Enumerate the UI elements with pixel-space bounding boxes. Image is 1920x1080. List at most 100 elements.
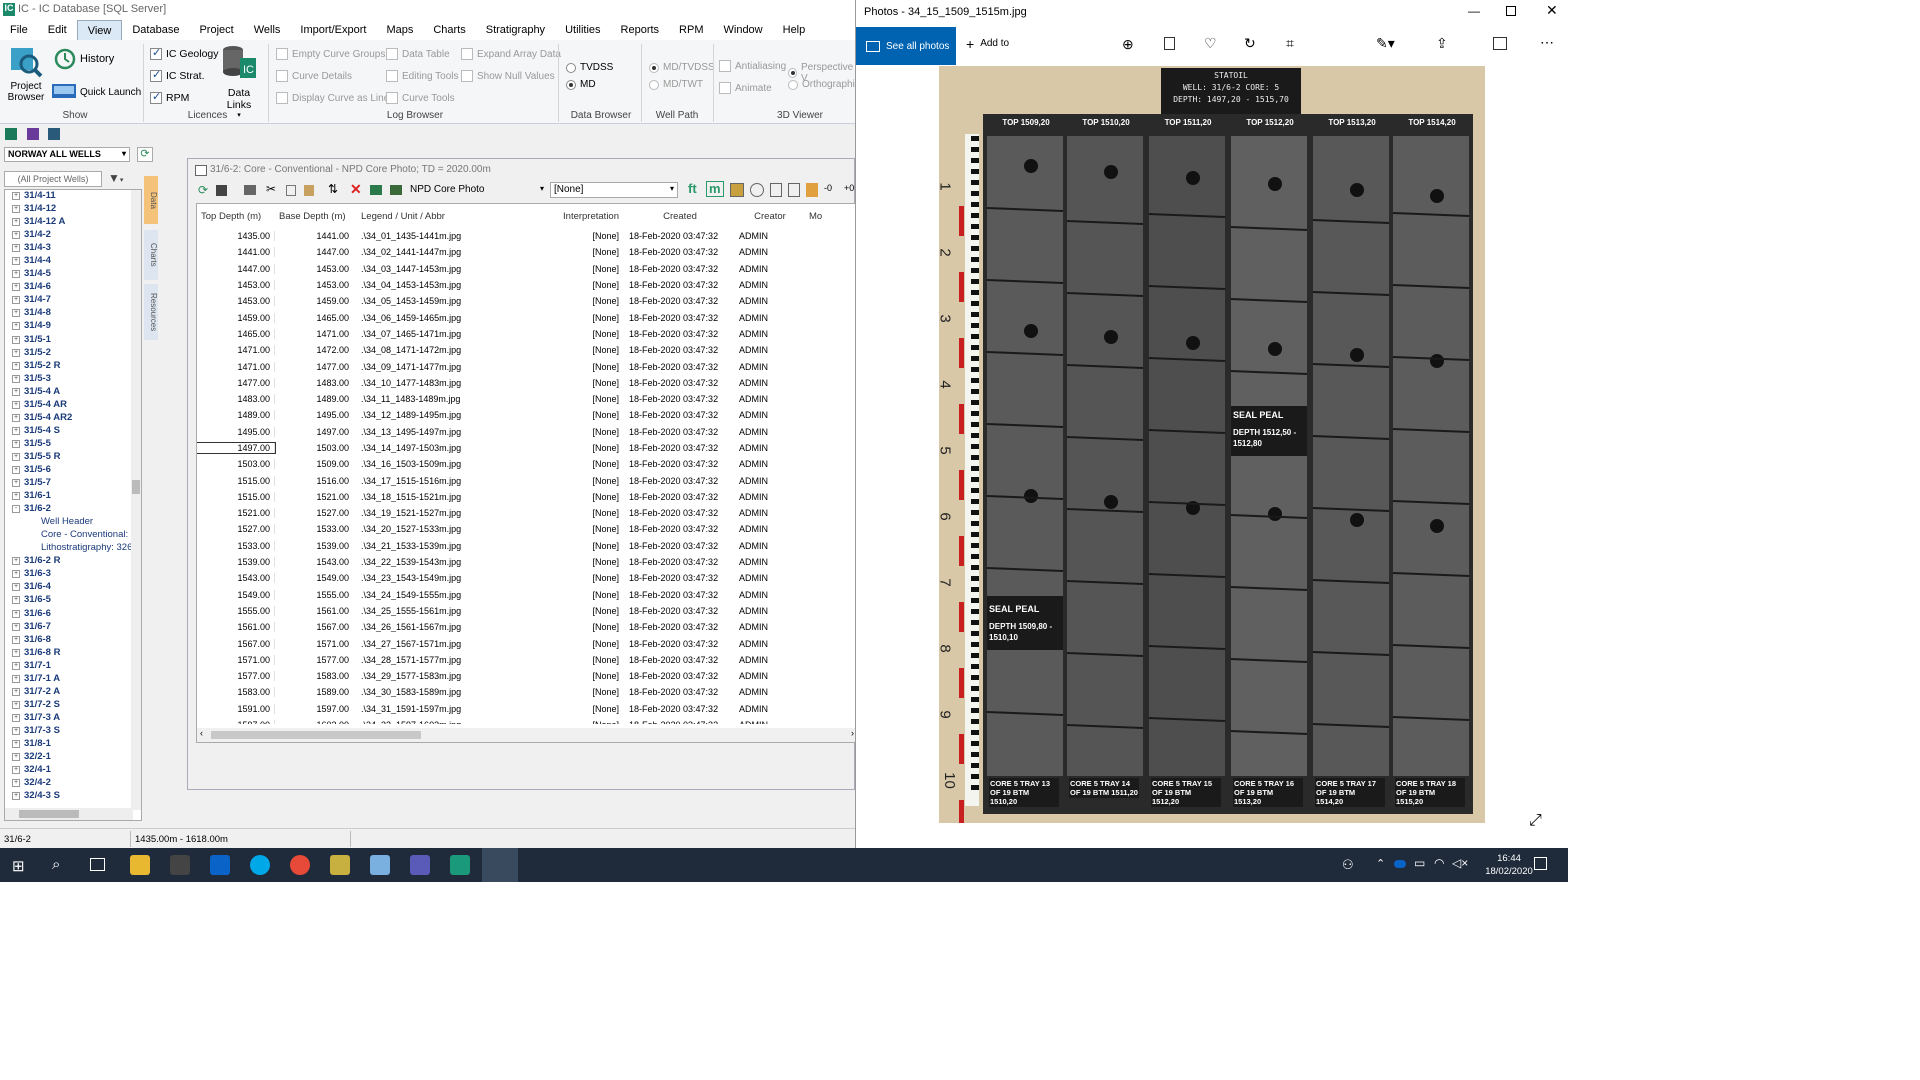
expand-icon[interactable]: + xyxy=(12,413,20,422)
table-cell[interactable]: [None] xyxy=(553,687,623,697)
table-cell[interactable]: ADMIN xyxy=(735,459,805,469)
grid-icon[interactable] xyxy=(370,185,382,195)
table-row[interactable]: 1503.00 1509.00 .\34_16_1503-1509m.jpg [Non… xyxy=(197,456,855,472)
table-cell[interactable]: .\34_01_1435-1441m.jpg xyxy=(353,231,553,241)
table-cell[interactable]: ADMIN xyxy=(735,378,805,388)
menu-view[interactable]: View xyxy=(76,20,123,40)
table-cell[interactable]: 1459.00 xyxy=(197,312,275,323)
chevron-up-icon[interactable]: ⌃ xyxy=(1376,857,1385,870)
table-cell[interactable]: 1555.00 xyxy=(197,605,275,616)
tree-item[interactable]: +31/5-4 A xyxy=(5,386,141,399)
tree-item[interactable]: +31/4-6 xyxy=(5,281,141,294)
correlation-icon[interactable] xyxy=(48,128,60,140)
table-row[interactable]: 1453.00 1459.00 .\34_05_1453-1459m.jpg [Non… xyxy=(197,293,855,309)
clock[interactable]: 16:44 18/02/2020 xyxy=(1484,852,1534,878)
table-cell[interactable]: 1509.00 xyxy=(275,459,353,469)
refresh-icon[interactable]: ⟳ xyxy=(137,147,153,162)
table-cell[interactable]: [None] xyxy=(553,622,623,632)
tree-item[interactable]: +31/6-5 xyxy=(5,594,141,607)
tree-item[interactable]: +31/5-7 xyxy=(5,477,141,490)
expand-icon[interactable]: + xyxy=(12,244,20,253)
table-cell[interactable]: .\34_05_1453-1459m.jpg xyxy=(353,296,553,306)
menu-charts[interactable]: Charts xyxy=(423,20,475,40)
minimize-button[interactable]: — xyxy=(1468,4,1480,18)
table-cell[interactable]: 1515.00 xyxy=(197,491,275,502)
table-cell[interactable]: .\34_13_1495-1497m.jpg xyxy=(353,427,553,437)
volume-icon[interactable]: ◁× xyxy=(1452,856,1468,870)
table-row[interactable]: 1577.00 1583.00 .\34_29_1577-1583m.jpg [Non… xyxy=(197,668,855,684)
table-cell[interactable]: 1577.00 xyxy=(275,655,353,665)
table-cell[interactable]: 18-Feb-2020 03:47:32 xyxy=(623,378,735,388)
table-cell[interactable]: [None] xyxy=(553,720,623,724)
table-cell[interactable]: 1503.00 xyxy=(197,459,275,470)
table-cell[interactable]: .\34_20_1527-1533m.jpg xyxy=(353,524,553,534)
table-cell[interactable]: .\34_24_1549-1555m.jpg xyxy=(353,590,553,600)
table-cell[interactable]: [None] xyxy=(553,264,623,274)
table-cell[interactable]: 18-Feb-2020 03:47:32 xyxy=(623,296,735,306)
table-cell[interactable]: [None] xyxy=(553,410,623,420)
quick-launch-button[interactable]: Quick Launch xyxy=(52,84,141,100)
table-row[interactable]: 1459.00 1465.00 .\34_06_1459-1465m.jpg [Non… xyxy=(197,309,855,325)
table-cell[interactable]: 1603.00 xyxy=(275,720,353,724)
table-cell[interactable]: 1521.00 xyxy=(197,508,275,519)
tree-item[interactable]: +31/7-3 A xyxy=(5,712,141,725)
table-cell[interactable]: 1453.00 xyxy=(197,280,275,291)
table-row[interactable]: 1447.00 1453.00 .\34_03_1447-1453m.jpg [Non… xyxy=(197,261,855,277)
table-cell[interactable]: .\34_10_1477-1483m.jpg xyxy=(353,378,553,388)
table-cell[interactable]: ADMIN xyxy=(735,622,805,632)
expand-icon[interactable]: + xyxy=(12,609,20,618)
table-cell[interactable]: 1495.00 xyxy=(275,410,353,420)
table-cell[interactable]: 1543.00 xyxy=(275,557,353,567)
table-cell[interactable]: [None] xyxy=(553,492,623,502)
table-cell[interactable]: [None] xyxy=(553,573,623,583)
antialiasing-checkbox[interactable]: Antialiasing xyxy=(719,60,786,72)
tree-item[interactable]: +31/5-4 AR xyxy=(5,399,141,412)
notification-icon[interactable] xyxy=(1534,857,1547,870)
table-cell[interactable]: .\34_19_1521-1527m.jpg xyxy=(353,508,553,518)
file-explorer-icon[interactable] xyxy=(130,855,150,875)
expand-icon[interactable]: + xyxy=(12,205,20,214)
table-row[interactable]: 1533.00 1539.00 .\34_21_1533-1539m.jpg [Non… xyxy=(197,538,855,554)
animate-checkbox[interactable]: Animate xyxy=(719,82,772,94)
tree-item[interactable]: +31/5-5 xyxy=(5,438,141,451)
well-set-dropdown[interactable]: NORWAY ALL WELLS ▾ xyxy=(4,147,130,162)
curve-tools-checkbox[interactable]: Curve Tools xyxy=(386,92,455,104)
cut-icon[interactable]: ✂ xyxy=(266,182,276,196)
expand-icon[interactable]: + xyxy=(12,400,20,409)
table-cell[interactable]: ADMIN xyxy=(735,410,805,420)
expand-icon[interactable]: + xyxy=(12,687,20,696)
table-cell[interactable]: [None] xyxy=(553,329,623,339)
expand-icon[interactable]: + xyxy=(12,753,20,762)
table-cell[interactable]: .\34_28_1571-1577m.jpg xyxy=(353,655,553,665)
table-cell[interactable]: 1555.00 xyxy=(275,590,353,600)
tree-item[interactable]: +31/6-7 xyxy=(5,621,141,634)
add-to-button[interactable]: + Add to xyxy=(966,37,1009,51)
table-cell[interactable]: [None] xyxy=(553,345,623,355)
interpretation-dropdown[interactable]: [None] ▾ xyxy=(550,182,678,198)
table-cell[interactable]: 1539.00 xyxy=(197,557,275,568)
menu-project[interactable]: Project xyxy=(189,20,243,40)
table-cell[interactable]: 1489.00 xyxy=(197,410,275,421)
maximize-button[interactable] xyxy=(1506,6,1516,16)
tree-item[interactable]: +31/8-1 xyxy=(5,738,141,751)
table-cell[interactable]: .\34_22_1539-1543m.jpg xyxy=(353,557,553,567)
table-cell[interactable]: [None] xyxy=(553,655,623,665)
table-cell[interactable]: ADMIN xyxy=(735,247,805,257)
teams-icon[interactable] xyxy=(410,855,430,875)
expand-icon[interactable]: + xyxy=(12,231,20,240)
table-cell[interactable]: 18-Feb-2020 03:47:32 xyxy=(623,704,735,714)
tool-icon[interactable] xyxy=(770,183,782,197)
table-row[interactable]: 1435.00 1441.00 .\34_01_1435-1441m.jpg [Non… xyxy=(197,228,855,244)
table-cell[interactable]: 18-Feb-2020 03:47:32 xyxy=(623,622,735,632)
tree-item[interactable]: +31/4-3 xyxy=(5,242,141,255)
table-cell[interactable]: 1453.00 xyxy=(275,264,353,274)
search-icon[interactable]: ⌕ xyxy=(52,856,60,873)
table-cell[interactable]: 18-Feb-2020 03:47:32 xyxy=(623,687,735,697)
table-cell[interactable]: 1533.00 xyxy=(275,524,353,534)
tree-item[interactable]: +31/7-2 S xyxy=(5,699,141,712)
menu-database[interactable]: Database xyxy=(122,20,189,40)
tab-charts[interactable]: Charts xyxy=(144,230,158,280)
tool-icon[interactable] xyxy=(730,183,744,197)
expand-icon[interactable]: + xyxy=(12,570,20,579)
print-icon[interactable] xyxy=(244,185,256,195)
